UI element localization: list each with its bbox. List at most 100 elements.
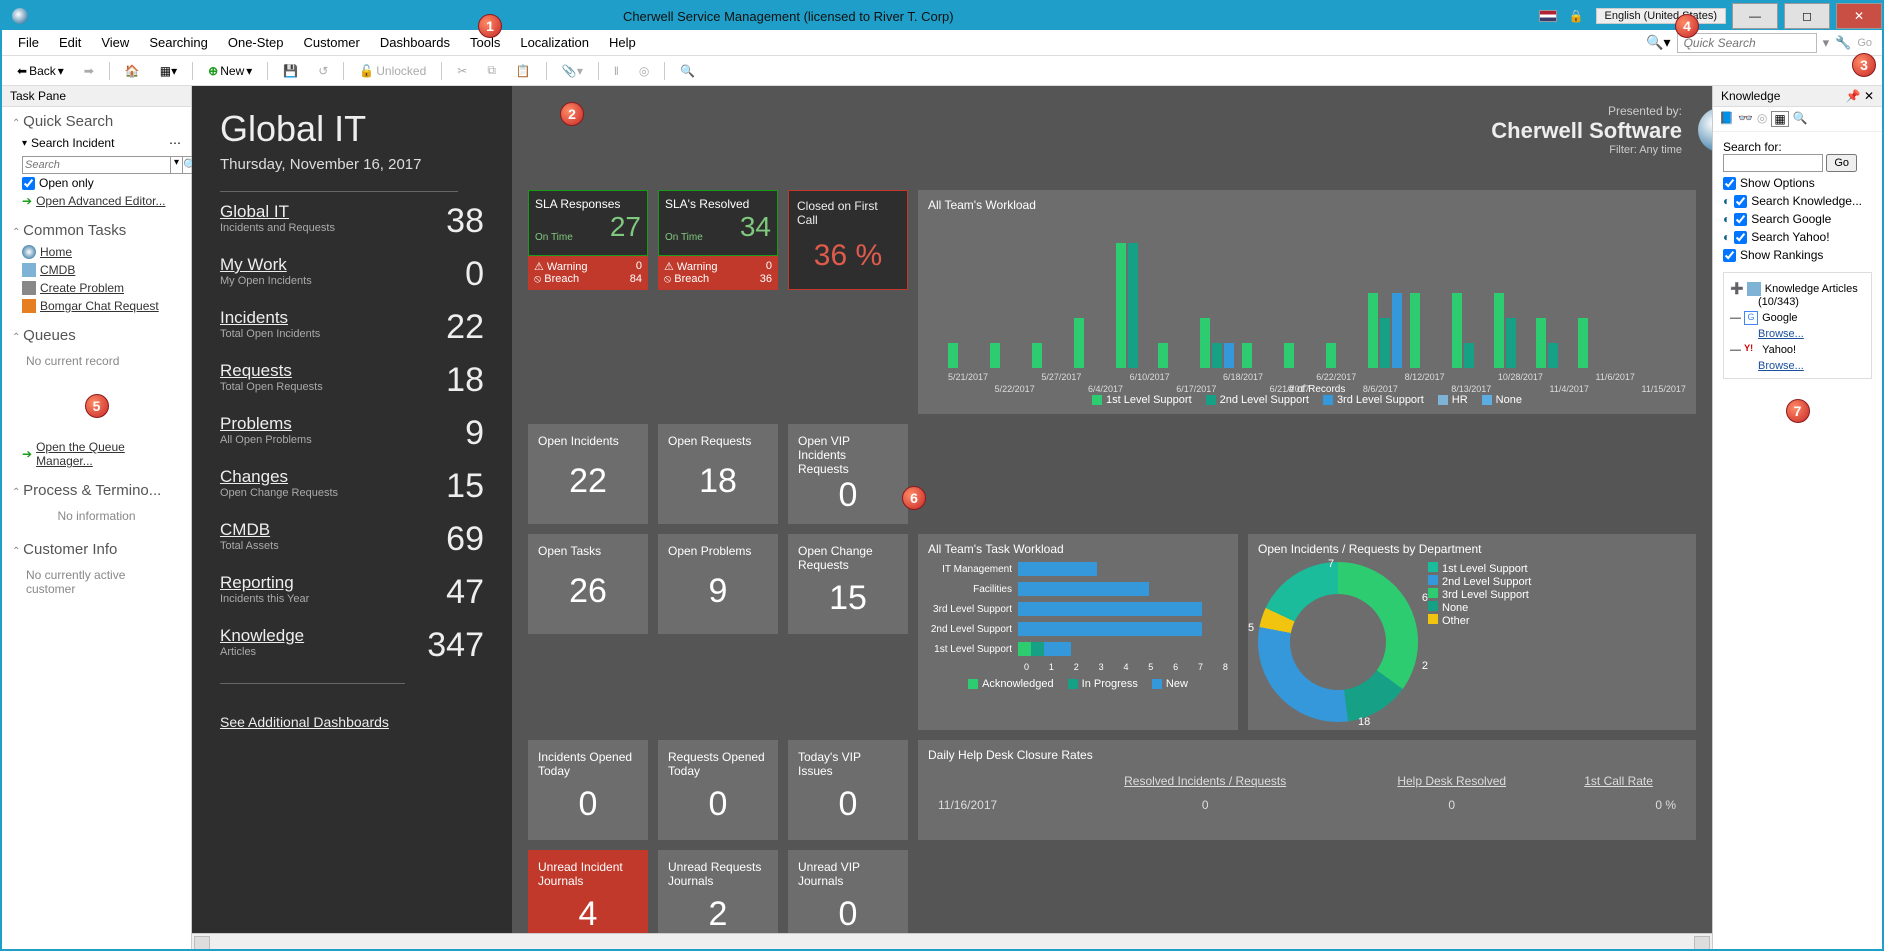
tree-yahoo[interactable]: — Y!Yahoo! [1730, 343, 1865, 357]
search-dropdown-icon[interactable]: ▾ [1823, 35, 1830, 51]
kpi-problems[interactable]: ProblemsAll Open Problems9 [220, 414, 484, 453]
record-button[interactable]: ◎ [632, 61, 656, 81]
annotation-5: 5 [85, 394, 109, 418]
search-knowledge-checkbox[interactable] [1734, 195, 1747, 208]
title-bar: Cherwell Service Management (licensed to… [2, 2, 1882, 30]
close-pane-icon[interactable]: ✕ [1864, 89, 1874, 103]
yahoo-browse-link[interactable]: Browse... [1758, 360, 1865, 372]
copy-button[interactable]: ⧉ [480, 60, 503, 81]
grid-button[interactable]: ▦▾ [153, 61, 184, 81]
task-workload-chart[interactable]: All Team's Task Workload IT ManagementFa… [918, 534, 1238, 730]
kpi-changes[interactable]: ChangesOpen Change Requests15 [220, 467, 484, 506]
kpi-incidents[interactable]: IncidentsTotal Open Incidents22 [220, 308, 484, 347]
kpi-reporting[interactable]: ReportingIncidents this Year47 [220, 573, 484, 612]
close-button[interactable]: ✕ [1836, 3, 1882, 29]
search-toolbar-icon[interactable]: 🔍 [673, 61, 702, 81]
kpi-cmdb[interactable]: CMDBTotal Assets69 [220, 520, 484, 559]
kpi-global-it[interactable]: Global ITIncidents and Requests38 [220, 202, 484, 241]
tile-open-tasks[interactable]: Open Tasks26 [528, 534, 648, 634]
queues-title[interactable]: Queues [12, 327, 181, 344]
closed-first-call-tile[interactable]: Closed on First Call 36 % [788, 190, 908, 290]
tile-requests-opened-today[interactable]: Requests Opened Today0 [658, 740, 778, 840]
menu-searching[interactable]: Searching [139, 32, 218, 53]
kpi-knowledge[interactable]: KnowledgeArticles347 [220, 626, 484, 665]
google-browse-link[interactable]: Browse... [1758, 328, 1865, 340]
task-create-problem[interactable]: Create Problem [40, 281, 124, 295]
language-selector[interactable]: English (United States) [1596, 8, 1727, 24]
search-incident-label[interactable]: Search Incident [31, 136, 114, 150]
presented-by-label: Presented by: [1491, 104, 1682, 118]
kpi-requests[interactable]: RequestsTotal Open Requests18 [220, 361, 484, 400]
filter-label: Filter: Any time [1491, 144, 1682, 156]
search-for-label: Search for: [1723, 140, 1782, 154]
task-cmdb[interactable]: CMDB [40, 263, 75, 277]
quick-search-title[interactable]: Quick Search [12, 113, 181, 130]
tile-today-s-vip-issues[interactable]: Today's VIP Issues0 [788, 740, 908, 840]
attach-button[interactable]: 📎▾ [555, 61, 590, 81]
task-bomgar[interactable]: Bomgar Chat Request [40, 299, 159, 313]
donut-chart[interactable]: Open Incidents / Requests by Department … [1248, 534, 1696, 730]
search-icon[interactable]: 🔍 [1793, 111, 1808, 127]
pin-icon[interactable]: 📌 [1846, 89, 1861, 103]
book-icon[interactable]: 📘 [1719, 111, 1734, 127]
tile-incidents-opened-today[interactable]: Incidents Opened Today0 [528, 740, 648, 840]
forward-button[interactable]: ➡ [77, 61, 101, 81]
knowledge-search-input[interactable] [1723, 154, 1823, 172]
customer-title[interactable]: Customer Info [12, 541, 181, 558]
open-only-checkbox[interactable] [22, 177, 35, 190]
undo-button[interactable]: ↺ [311, 61, 335, 81]
search-yahoo-checkbox[interactable] [1734, 231, 1747, 244]
tile-open-requests[interactable]: Open Requests18 [658, 424, 778, 524]
menu-help[interactable]: Help [599, 32, 646, 53]
cut-button[interactable]: ✂ [450, 61, 474, 81]
go-text[interactable]: Go [1857, 37, 1872, 49]
see-additional-link[interactable]: See Additional Dashboards [220, 714, 389, 730]
horizontal-scrollbar[interactable] [192, 933, 1712, 949]
search-google-checkbox[interactable] [1734, 213, 1747, 226]
search-input[interactable] [22, 156, 171, 174]
glasses-icon[interactable]: 👓 [1738, 111, 1753, 127]
menu-onestep[interactable]: One-Step [218, 32, 294, 53]
tile-open-vip-incidents-requests[interactable]: Open VIP Incidents Requests0 [788, 424, 908, 524]
pause-button[interactable]: ‖ [607, 61, 626, 81]
menu-bar: File Edit View Searching One-Step Custom… [2, 30, 1882, 56]
sla-resolved-tile[interactable]: SLA's Resolved On Time34 ⚠ Warning0 ⦸ Br… [658, 190, 778, 290]
tile-open-problems[interactable]: Open Problems9 [658, 534, 778, 634]
kpi-my-work[interactable]: My WorkMy Open Incidents0 [220, 255, 484, 294]
save-button[interactable]: 💾 [276, 61, 305, 81]
wrench-icon[interactable]: 🔧 [1835, 35, 1851, 51]
menu-view[interactable]: View [91, 32, 139, 53]
grid-icon[interactable]: ▦ [1771, 111, 1788, 127]
target-icon[interactable]: ◎ [1757, 111, 1767, 127]
back-button[interactable]: ⬅ Back ▾ [10, 61, 71, 81]
workload-chart[interactable]: All Team's Workload 5/21/20175/22/20175/… [918, 190, 1696, 414]
menu-customer[interactable]: Customer [294, 32, 370, 53]
tree-google[interactable]: — GGoogle [1730, 311, 1865, 325]
new-button[interactable]: ⊕ New ▾ [201, 61, 259, 81]
menu-file[interactable]: File [8, 32, 49, 53]
open-queue-manager-link[interactable]: Open the Queue Manager... [36, 440, 181, 468]
common-tasks-title[interactable]: Common Tasks [12, 222, 181, 239]
search-icon[interactable]: 🔍▾ [1646, 34, 1670, 51]
minimize-button[interactable]: — [1732, 3, 1778, 29]
sla-responses-tile[interactable]: SLA Responses On Time27 ⚠ Warning0 ⦸ Bre… [528, 190, 648, 290]
tile-open-change-requests[interactable]: Open Change Requests15 [788, 534, 908, 634]
tile-open-incidents[interactable]: Open Incidents22 [528, 424, 648, 524]
lock-icon[interactable]: 🔒 [1563, 9, 1590, 23]
unlock-button[interactable]: 🔓 Unlocked [352, 61, 433, 81]
menu-localization[interactable]: Localization [510, 32, 599, 53]
quick-search-input[interactable] [1677, 33, 1817, 53]
home-button[interactable]: 🏠 [118, 61, 147, 81]
menu-dashboards[interactable]: Dashboards [370, 32, 460, 53]
process-title[interactable]: Process & Termino... [12, 482, 181, 499]
go-button[interactable]: Go [1826, 154, 1857, 172]
menu-edit[interactable]: Edit [49, 32, 91, 53]
closure-rates-table[interactable]: Daily Help Desk Closure Rates Resolved I… [918, 740, 1696, 840]
tree-knowledge-articles[interactable]: ➕ Knowledge Articles(10/343) [1730, 282, 1865, 308]
task-home[interactable]: Home [40, 245, 72, 259]
open-advanced-editor-link[interactable]: Open Advanced Editor... [36, 194, 165, 208]
maximize-button[interactable]: ◻ [1784, 3, 1830, 29]
paste-button[interactable]: 📋 [509, 61, 538, 81]
show-options-checkbox[interactable] [1723, 177, 1736, 190]
show-rankings-checkbox[interactable] [1723, 249, 1736, 262]
